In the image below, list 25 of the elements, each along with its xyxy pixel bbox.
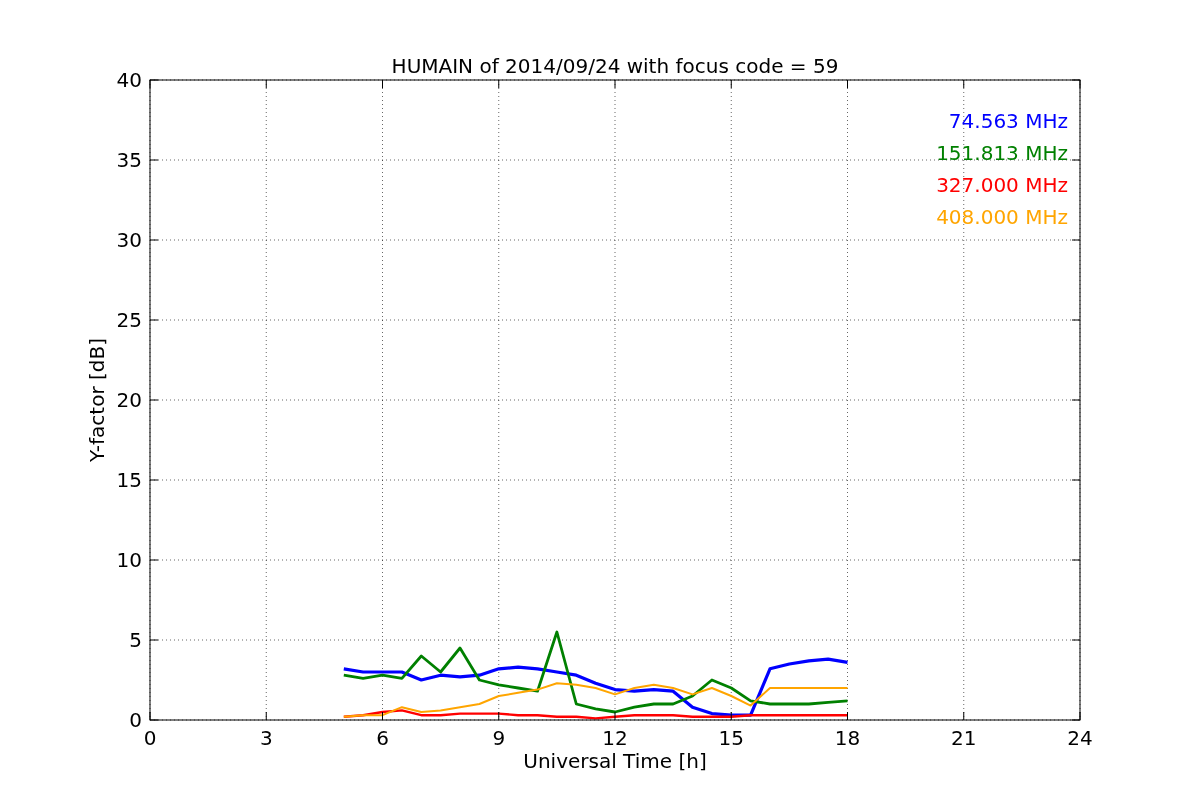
tick-label: 21 [951, 726, 977, 750]
tick-label: 35 [116, 148, 142, 172]
tick-label: 0 [143, 726, 157, 750]
tick-label: 40 [116, 68, 142, 92]
tick-label: 24 [1067, 726, 1093, 750]
x-axis-label: Universal Time [h] [523, 749, 707, 773]
chart-title: HUMAIN of 2014/09/24 with focus code = 59 [391, 54, 839, 78]
tick-label: 20 [116, 388, 142, 412]
legend-label: 151.813 MHz [936, 141, 1068, 165]
tick-label: 10 [116, 548, 142, 572]
tick-label: 5 [129, 628, 142, 652]
tick-label: 3 [259, 726, 273, 750]
tick-label: 25 [116, 308, 142, 332]
tick-label: 18 [834, 726, 861, 750]
legend-label: 327.000 MHz [936, 173, 1068, 197]
tick-label: 12 [602, 726, 628, 750]
tick-label: 15 [718, 726, 744, 750]
y-axis-label: Y-factor [dB] [85, 338, 109, 462]
tick-label: 9 [492, 726, 506, 750]
tick-label: 30 [116, 228, 142, 252]
legend-label: 74.563 MHz [948, 109, 1068, 133]
tick-label: 15 [116, 468, 142, 492]
tick-label: 6 [376, 726, 389, 750]
tick-label: 0 [129, 708, 142, 732]
legend-label: 408.000 MHz [936, 205, 1068, 229]
